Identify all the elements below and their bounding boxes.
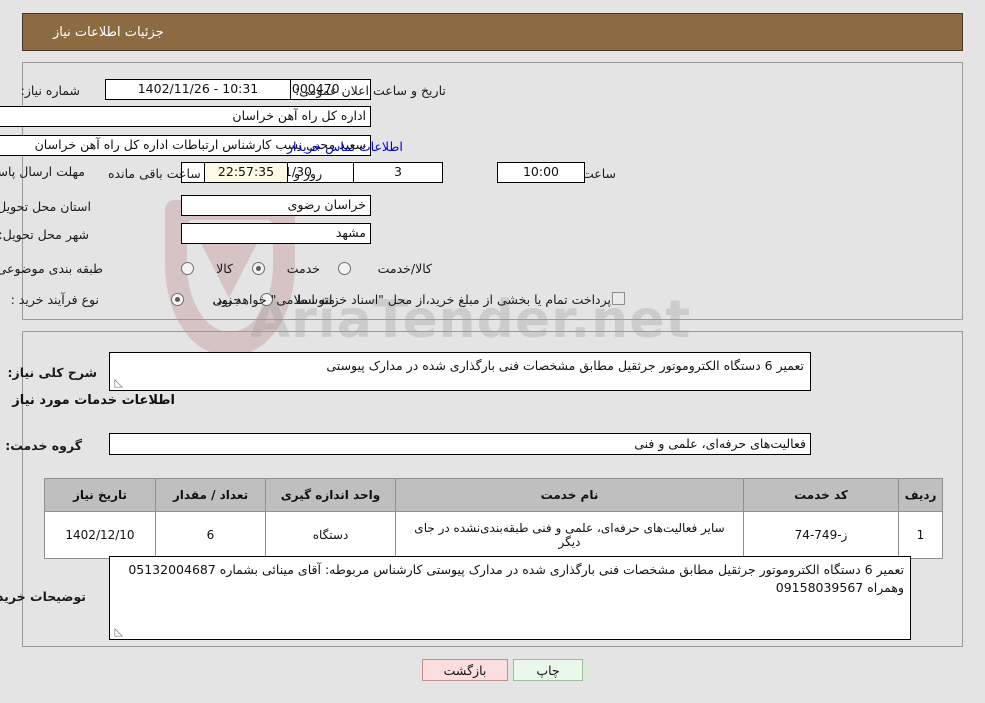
islamic-treasury-note: پرداخت تمام یا بخشی از مبلغ خرید،از محل … <box>212 292 611 307</box>
deadline-days-field[interactable]: 3 <box>353 162 443 183</box>
buyer-remarks-label: توضیحات خریدار: <box>0 589 86 604</box>
general-desc-textarea[interactable]: تعمیر 6 دستگاه الکتروموتور جرثقیل مطابق … <box>109 352 811 391</box>
col-service-code: کد خدمت <box>743 478 899 512</box>
general-desc-value: تعمیر 6 دستگاه الکتروموتور جرثقیل مطابق … <box>326 358 804 373</box>
delivery-province-label: استان محل تحویل: <box>0 199 91 214</box>
announce-date-field[interactable]: 1402/11/26 - 10:31 <box>105 79 291 100</box>
purchase-process-label: نوع فرآیند خرید : <box>10 292 99 307</box>
category-label-kala-khedmat: کالا/خدمت <box>377 261 432 276</box>
buyer-org-field[interactable]: اداره کل راه آهن خراسان <box>0 106 371 127</box>
resize-grip-icon[interactable]: ◺ <box>113 377 123 388</box>
col-unit: واحد اندازه گیری <box>265 478 396 512</box>
service-group-label: گروه خدمت: <box>5 438 82 453</box>
response-deadline-label: مهلت ارسال پاسخ: تا تاریخ: <box>0 164 85 179</box>
back-button[interactable]: بازگشت <box>422 659 508 681</box>
category-radio-khedmat[interactable] <box>252 262 265 275</box>
buyer-remarks-textarea[interactable]: تعمیر 6 دستگاه الکتروموتور جرثقیل مطابق … <box>109 556 911 640</box>
col-service-name: نام خدمت <box>395 478 744 512</box>
deadline-days-unit-label: روز و <box>294 166 323 181</box>
print-button[interactable]: چاپ <box>513 659 583 681</box>
col-need-date: تاریخ نیاز <box>44 478 156 512</box>
category-radio-kala-khedmat[interactable] <box>338 262 351 275</box>
services-table: ردیف کد خدمت نام خدمت واحد اندازه گیری ت… <box>44 478 943 559</box>
page-title: جزئیات اطلاعات نیاز <box>53 24 164 40</box>
deadline-hour-field[interactable]: 10:00 <box>497 162 585 183</box>
general-desc-label: شرح کلی نیاز: <box>7 365 97 380</box>
delivery-city-field[interactable]: مشهد <box>181 223 371 244</box>
cell-service-code: ز-749-74 <box>743 511 899 559</box>
cell-quantity: 6 <box>155 511 266 559</box>
col-quantity: تعداد / مقدار <box>155 478 266 512</box>
need-info-panel <box>22 62 963 320</box>
buyer-contact-link[interactable]: اطلاعات تماس خریدار <box>287 139 403 154</box>
resize-grip-icon-remarks[interactable]: ◺ <box>113 626 123 637</box>
cell-need-date: 1402/12/10 <box>44 511 156 559</box>
delivery-city-label: شهر محل تحویل: <box>0 227 89 242</box>
announce-date-label: تاریخ و ساعت اعلان عمومی: <box>295 83 446 98</box>
delivery-province-field[interactable]: خراسان رضوی <box>181 195 371 216</box>
buyer-remarks-value: تعمیر 6 دستگاه الکتروموتور جرثقیل مطابق … <box>128 562 904 596</box>
page-header: جزئیات اطلاعات نیاز <box>22 13 963 51</box>
category-radio-kala[interactable] <box>181 262 194 275</box>
cell-row: 1 <box>898 511 943 559</box>
subject-category-label: طبقه بندی موضوعی: <box>0 261 103 276</box>
countdown-field: 22:57:35 <box>204 162 288 183</box>
category-label-khedmat: خدمت <box>286 261 320 276</box>
category-label-kala: کالا <box>216 261 233 276</box>
service-group-field[interactable]: فعالیت‌های حرفه‌ای، علمی و فنی <box>109 433 811 455</box>
process-radio-jozii[interactable] <box>171 293 184 306</box>
countdown-suffix-label: ساعت باقی مانده <box>108 166 201 181</box>
services-section-heading: اطلاعات خدمات مورد نیاز <box>12 393 175 408</box>
table-header-row: ردیف کد خدمت نام خدمت واحد اندازه گیری ت… <box>44 478 943 512</box>
table-row: 1 ز-749-74 سایر فعالیت‌های حرفه‌ای، علمی… <box>44 511 943 559</box>
col-row: ردیف <box>898 478 943 512</box>
cell-unit: دستگاه <box>265 511 396 559</box>
cell-service-name: سایر فعالیت‌های حرفه‌ای، علمی و فنی طبقه… <box>395 511 744 559</box>
islamic-treasury-checkbox[interactable] <box>612 292 625 305</box>
deadline-hour-label: ساعت <box>581 166 616 181</box>
page-root: AriaTender.net جزئیات اطلاعات نیاز شماره… <box>0 0 985 703</box>
need-number-label: شماره نیاز: <box>20 83 80 98</box>
